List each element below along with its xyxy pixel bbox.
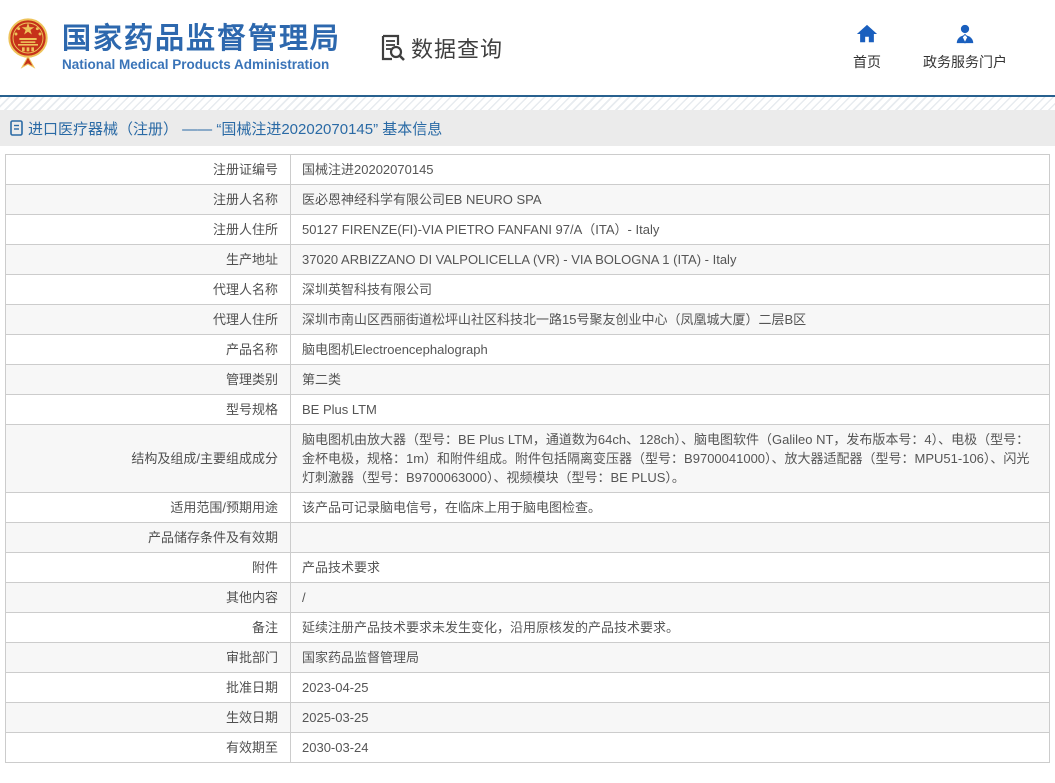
header-hatch-band	[0, 97, 1055, 110]
table-row: 生产地址 37020 ARBIZZANO DI VALPOLICELLA (VR…	[6, 245, 1050, 275]
table-row: 管理类别 第二类	[6, 365, 1050, 395]
org-name-en: National Medical Products Administration	[62, 57, 341, 72]
national-emblem-icon	[8, 18, 48, 78]
breadcrumb: 进口医疗器械（注册） —— “国械注进20202070145” 基本信息	[0, 110, 1055, 146]
nav-item-label: 首页	[853, 52, 881, 72]
field-value: 2025-03-25	[291, 703, 1050, 733]
field-label: 有效期至	[6, 733, 291, 763]
field-value: 深圳市南山区西丽街道松坪山社区科技北一路15号聚友创业中心（凤凰城大厦）二层B区	[291, 305, 1050, 335]
field-label: 注册证编号	[6, 155, 291, 185]
field-label: 其他内容	[6, 583, 291, 613]
table-row: 注册证编号 国械注进20202070145	[6, 155, 1050, 185]
table-row: 产品名称 脑电图机Electroencephalograph	[6, 335, 1050, 365]
home-icon	[856, 23, 878, 45]
nmpa-logo[interactable]: 国家药品监督管理局 National Medical Products Admi…	[8, 18, 341, 78]
table-row: 其他内容 /	[6, 583, 1050, 613]
field-value: 2030-03-24	[291, 733, 1050, 763]
field-label: 注册人名称	[6, 185, 291, 215]
nav-item-home[interactable]: 首页	[853, 23, 881, 72]
table-row: 有效期至 2030-03-24	[6, 733, 1050, 763]
table-row: 生效日期 2025-03-25	[6, 703, 1050, 733]
table-row: 产品储存条件及有效期	[6, 523, 1050, 553]
nav-item-label: 政务服务门户	[923, 52, 1007, 72]
registration-info-table: 注册证编号 国械注进20202070145 注册人名称 医必恩神经科学有限公司E…	[5, 154, 1050, 763]
field-value: 2023-04-25	[291, 673, 1050, 703]
field-value: 医必恩神经科学有限公司EB NEURO SPA	[291, 185, 1050, 215]
table-row: 代理人住所 深圳市南山区西丽街道松坪山社区科技北一路15号聚友创业中心（凤凰城大…	[6, 305, 1050, 335]
field-label: 生产地址	[6, 245, 291, 275]
field-value: 脑电图机由放大器（型号：BE Plus LTM，通道数为64ch、128ch）、…	[291, 425, 1050, 493]
field-value: 国家药品监督管理局	[291, 643, 1050, 673]
field-value: 脑电图机Electroencephalograph	[291, 335, 1050, 365]
document-search-icon	[379, 34, 405, 62]
field-value	[291, 523, 1050, 553]
field-value: 产品技术要求	[291, 553, 1050, 583]
file-icon	[10, 120, 23, 136]
field-label: 注册人住所	[6, 215, 291, 245]
field-label: 型号规格	[6, 395, 291, 425]
field-value: 该产品可记录脑电信号，在临床上用于脑电图检查。	[291, 493, 1050, 523]
table-row: 型号规格 BE Plus LTM	[6, 395, 1050, 425]
table-row: 结构及组成/主要组成成分 脑电图机由放大器（型号：BE Plus LTM，通道数…	[6, 425, 1050, 493]
field-value: 第二类	[291, 365, 1050, 395]
field-label: 适用范围/预期用途	[6, 493, 291, 523]
table-row: 适用范围/预期用途 该产品可记录脑电信号，在临床上用于脑电图检查。	[6, 493, 1050, 523]
table-row: 代理人名称 深圳英智科技有限公司	[6, 275, 1050, 305]
field-label: 代理人名称	[6, 275, 291, 305]
table-row: 备注 延续注册产品技术要求未发生变化，沿用原核发的产品技术要求。	[6, 613, 1050, 643]
field-value: 50127 FIRENZE(FI)-VIA PIETRO FANFANI 97/…	[291, 215, 1050, 245]
field-label: 产品名称	[6, 335, 291, 365]
field-label: 生效日期	[6, 703, 291, 733]
top-nav: 首页 政务服务门户	[853, 23, 1035, 72]
field-label: 管理类别	[6, 365, 291, 395]
table-row: 注册人名称 医必恩神经科学有限公司EB NEURO SPA	[6, 185, 1050, 215]
field-label: 代理人住所	[6, 305, 291, 335]
field-label: 产品储存条件及有效期	[6, 523, 291, 553]
field-value: 延续注册产品技术要求未发生变化，沿用原核发的产品技术要求。	[291, 613, 1050, 643]
field-label: 审批部门	[6, 643, 291, 673]
field-value: BE Plus LTM	[291, 395, 1050, 425]
user-icon	[954, 23, 976, 45]
field-label: 结构及组成/主要组成成分	[6, 425, 291, 493]
field-label: 备注	[6, 613, 291, 643]
field-value: /	[291, 583, 1050, 613]
table-row: 附件 产品技术要求	[6, 553, 1050, 583]
data-query-label: 数据查询	[411, 32, 503, 64]
data-query-link[interactable]: 数据查询	[379, 32, 503, 64]
field-label: 附件	[6, 553, 291, 583]
field-value: 深圳英智科技有限公司	[291, 275, 1050, 305]
field-value: 国械注进20202070145	[291, 155, 1050, 185]
org-name-zh: 国家药品监督管理局	[62, 23, 341, 55]
nav-item-portal[interactable]: 政务服务门户	[923, 23, 1007, 72]
table-row: 注册人住所 50127 FIRENZE(FI)-VIA PIETRO FANFA…	[6, 215, 1050, 245]
field-label: 批准日期	[6, 673, 291, 703]
field-value: 37020 ARBIZZANO DI VALPOLICELLA (VR) - V…	[291, 245, 1050, 275]
site-header: 国家药品监督管理局 National Medical Products Admi…	[0, 0, 1055, 95]
table-row: 批准日期 2023-04-25	[6, 673, 1050, 703]
breadcrumb-text: 进口医疗器械（注册） —— “国械注进20202070145” 基本信息	[28, 118, 442, 139]
table-row: 审批部门 国家药品监督管理局	[6, 643, 1050, 673]
